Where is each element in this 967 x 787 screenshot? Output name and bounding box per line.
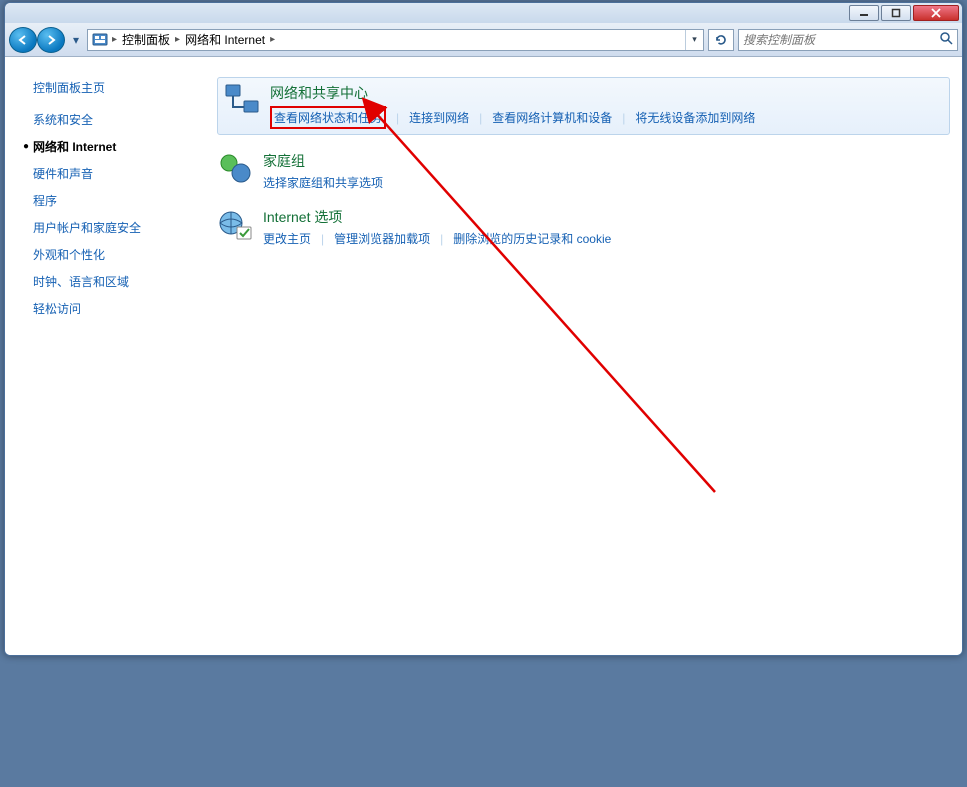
sidebar-item-system-security[interactable]: ● 系统和安全 (5, 106, 205, 133)
sidebar-item-label: 轻松访问 (33, 300, 81, 317)
minimize-icon (859, 9, 869, 17)
breadcrumb-separator: ▸ (108, 34, 121, 45)
section-title[interactable]: 家庭组 (263, 151, 950, 171)
link-delete-history[interactable]: 删除浏览的历史记录和 cookie (453, 230, 611, 247)
forward-arrow-icon (45, 34, 57, 46)
link-separator: | (311, 232, 334, 246)
link-separator: | (612, 111, 635, 125)
search-icon (939, 31, 953, 48)
sidebar: 控制面板主页 ● 系统和安全 ● 网络和 Internet ● 硬件和声音 ● … (5, 57, 205, 655)
section-body: 网络和共享中心 查看网络状态和任务 | 连接到网络 | 查看网络计算机和设备 |… (270, 83, 943, 129)
breadcrumb-network-internet[interactable]: 网络和 Internet (184, 31, 266, 48)
titlebar (5, 3, 962, 23)
sidebar-title[interactable]: 控制面板主页 (5, 75, 205, 106)
section-internet-options: Internet 选项 更改主页 | 管理浏览器加载项 | 删除浏览的历史记录和… (217, 207, 950, 247)
breadcrumb-control-panel[interactable]: 控制面板 (121, 31, 171, 48)
section-links: 选择家庭组和共享选项 (263, 174, 950, 191)
link-view-network-status[interactable]: 查看网络状态和任务 (270, 106, 386, 129)
sidebar-item-network-internet[interactable]: ● 网络和 Internet (5, 133, 205, 160)
recent-pages-dropdown[interactable]: ▾ (69, 33, 83, 47)
sidebar-item-label: 程序 (33, 192, 57, 209)
link-add-wireless-device[interactable]: 将无线设备添加到网络 (635, 109, 755, 126)
sidebar-item-hardware-sound[interactable]: ● 硬件和声音 (5, 160, 205, 187)
close-icon (930, 8, 942, 18)
link-manage-addons[interactable]: 管理浏览器加载项 (334, 230, 430, 247)
section-body: 家庭组 选择家庭组和共享选项 (263, 151, 950, 191)
link-separator: | (386, 111, 409, 125)
network-sharing-icon (224, 83, 260, 119)
section-title[interactable]: 网络和共享中心 (270, 83, 943, 103)
link-choose-homegroup-options[interactable]: 选择家庭组和共享选项 (263, 174, 383, 191)
section-network-sharing: 网络和共享中心 查看网络状态和任务 | 连接到网络 | 查看网络计算机和设备 |… (217, 77, 950, 135)
annotation-arrow (205, 57, 962, 655)
back-arrow-icon (17, 34, 29, 46)
control-panel-icon (92, 32, 108, 48)
navbar: ▾ ▸ 控制面板 ▸ 网络和 Internet ▸ ▾ (5, 23, 962, 57)
sidebar-item-programs[interactable]: ● 程序 (5, 187, 205, 214)
maximize-icon (891, 8, 901, 18)
section-homegroup: 家庭组 选择家庭组和共享选项 (217, 151, 950, 191)
control-panel-window: ▾ ▸ 控制面板 ▸ 网络和 Internet ▸ ▾ 控制面板主页 (4, 2, 963, 656)
sidebar-item-label: 外观和个性化 (33, 246, 105, 263)
section-body: Internet 选项 更改主页 | 管理浏览器加载项 | 删除浏览的历史记录和… (263, 207, 950, 247)
search-input[interactable] (743, 33, 939, 47)
sidebar-item-clock-language[interactable]: ● 时钟、语言和区域 (5, 268, 205, 295)
sidebar-item-label: 硬件和声音 (33, 165, 93, 182)
bullet-icon: ● (19, 141, 33, 152)
address-bar[interactable]: ▸ 控制面板 ▸ 网络和 Internet ▸ ▾ (87, 29, 704, 51)
nav-arrows (9, 27, 65, 53)
internet-options-icon (217, 207, 253, 243)
back-button[interactable] (9, 27, 37, 53)
link-connect-network[interactable]: 连接到网络 (409, 109, 469, 126)
link-separator: | (430, 232, 453, 246)
sidebar-item-appearance[interactable]: ● 外观和个性化 (5, 241, 205, 268)
main-panel: 网络和共享中心 查看网络状态和任务 | 连接到网络 | 查看网络计算机和设备 |… (205, 57, 962, 655)
sidebar-item-label: 网络和 Internet (33, 138, 116, 155)
link-separator: | (469, 111, 492, 125)
link-change-homepage[interactable]: 更改主页 (263, 230, 311, 247)
address-dropdown[interactable]: ▾ (685, 30, 703, 50)
close-button[interactable] (913, 5, 959, 21)
minimize-button[interactable] (849, 5, 879, 21)
sidebar-item-user-accounts[interactable]: ● 用户帐户和家庭安全 (5, 214, 205, 241)
breadcrumb-separator: ▸ (171, 34, 184, 45)
refresh-icon (714, 33, 728, 47)
link-view-computers-devices[interactable]: 查看网络计算机和设备 (492, 109, 612, 126)
forward-button[interactable] (37, 27, 65, 53)
content-area: 控制面板主页 ● 系统和安全 ● 网络和 Internet ● 硬件和声音 ● … (5, 57, 962, 655)
sidebar-item-label: 时钟、语言和区域 (33, 273, 129, 290)
sidebar-item-label: 用户帐户和家庭安全 (33, 219, 141, 236)
section-links: 更改主页 | 管理浏览器加载项 | 删除浏览的历史记录和 cookie (263, 230, 950, 247)
section-title[interactable]: Internet 选项 (263, 207, 950, 227)
maximize-button[interactable] (881, 5, 911, 21)
sidebar-item-ease-of-access[interactable]: ● 轻松访问 (5, 295, 205, 322)
section-links: 查看网络状态和任务 | 连接到网络 | 查看网络计算机和设备 | 将无线设备添加… (270, 106, 943, 129)
search-box[interactable] (738, 29, 958, 51)
refresh-button[interactable] (708, 29, 734, 51)
homegroup-icon (217, 151, 253, 187)
sidebar-item-label: 系统和安全 (33, 111, 93, 128)
breadcrumb-separator: ▸ (266, 34, 279, 45)
